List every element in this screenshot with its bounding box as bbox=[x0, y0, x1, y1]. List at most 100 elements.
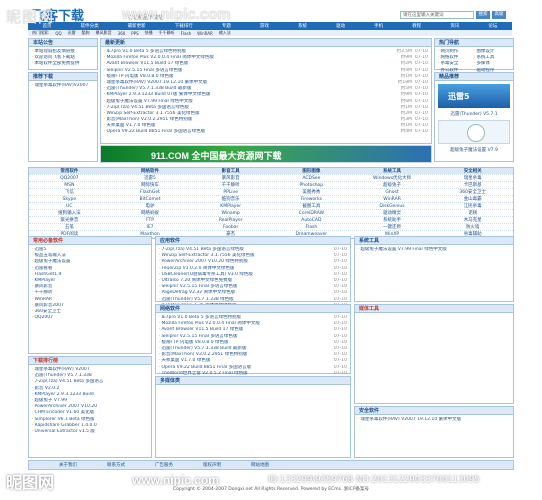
category-link[interactable]: 一键还原 bbox=[352, 224, 433, 230]
category-link[interactable]: DiskGenius bbox=[352, 203, 433, 209]
category-link[interactable]: 截图工具 bbox=[271, 203, 352, 209]
category-link[interactable]: 防火墙 bbox=[432, 224, 513, 230]
nav-item[interactable]: 手机 bbox=[374, 23, 383, 29]
category-link[interactable]: 酷狗音乐 bbox=[190, 196, 271, 202]
hot-search-link[interactable]: 酷狗 bbox=[82, 30, 90, 36]
hot-search-link[interactable]: WinRAR bbox=[197, 31, 213, 36]
category-link[interactable]: 搜狗输入法 bbox=[29, 210, 110, 216]
search-button[interactable]: 搜索 bbox=[476, 11, 490, 19]
category-header[interactable]: 影音工具 bbox=[190, 168, 272, 174]
category-link[interactable]: 系统助手 bbox=[352, 217, 433, 223]
category-link[interactable]: AutoCAD bbox=[271, 217, 352, 223]
category-link[interactable]: 紫光拼音 bbox=[29, 217, 110, 223]
hot-search-link[interactable]: Flash bbox=[181, 31, 191, 36]
list-item[interactable]: · 瑞星杀毒软件(RAV)V2007 bbox=[32, 83, 94, 89]
category-link[interactable]: FlashGet bbox=[110, 189, 191, 195]
category-link[interactable]: Photoshop bbox=[271, 182, 352, 188]
category-link[interactable]: 五笔 bbox=[29, 224, 110, 230]
category-link[interactable]: 瑞星杀毒 bbox=[432, 175, 513, 181]
category-link[interactable]: IE7 bbox=[110, 224, 191, 230]
item-link[interactable]: 瑞星杀毒软件(RAV) V2007 19.12.10 繁体中文版 bbox=[360, 417, 510, 423]
category-link[interactable]: 卡巴斯基 bbox=[432, 182, 513, 188]
category-link[interactable]: 千千静听 bbox=[190, 182, 271, 188]
category-link[interactable]: MSN bbox=[29, 182, 110, 188]
category-link[interactable]: 驱动精灵 bbox=[352, 210, 433, 216]
category-header[interactable]: 图形图像 bbox=[271, 168, 352, 174]
hot-search-link[interactable]: 输入法 bbox=[219, 30, 231, 36]
item-link[interactable]: Universal Extractor v1.5 版 bbox=[34, 429, 148, 435]
category-link[interactable]: 美图秀秀 bbox=[271, 189, 352, 195]
footer-link[interactable]: 版权声明 bbox=[203, 462, 221, 468]
list-item[interactable]: · Universal Extractor v1.5 版 bbox=[32, 429, 148, 435]
category-link[interactable]: CorelDRAW bbox=[271, 210, 352, 216]
footer-link[interactable]: 广告服务 bbox=[155, 462, 173, 468]
category-link[interactable]: Fireworks bbox=[271, 196, 352, 202]
list-item[interactable]: · 瑞星杀毒软件(RAV) V2007 19.12.10 繁体中文版 bbox=[358, 417, 510, 423]
nav-item[interactable]: 下载排行 bbox=[175, 23, 193, 29]
category-link[interactable]: Foobar bbox=[190, 224, 271, 230]
list-item[interactable]: · 超级兔子魔法设置 V7.99 Final 绿色中文版 bbox=[358, 247, 510, 253]
list-item[interactable]: · 本站软件全部免费提供 bbox=[32, 61, 94, 67]
category-link[interactable]: 金山毒霸 bbox=[432, 196, 513, 202]
featured-thunder-caption[interactable]: 迅雷(Thunder) V5.7.1 bbox=[435, 111, 513, 117]
featured-rabbit-image[interactable] bbox=[438, 120, 510, 144]
category-header[interactable]: 常用软件 bbox=[29, 168, 110, 174]
category-link[interactable]: Flash bbox=[271, 224, 352, 230]
hot-search-link[interactable]: QQ bbox=[55, 31, 61, 36]
hot-search-link[interactable]: 360 bbox=[118, 31, 126, 36]
category-link[interactable]: 暴风影音 bbox=[190, 175, 271, 181]
category-link[interactable]: BitComet bbox=[110, 196, 191, 202]
category-link[interactable]: 网络蚂蚁 bbox=[110, 210, 191, 216]
footer-link[interactable]: 关于我们 bbox=[59, 462, 77, 468]
nav-item[interactable]: 教程 bbox=[412, 23, 421, 29]
item-link[interactable]: 超级兔子魔法设置 V7.99 Final 绿色中文版 bbox=[360, 247, 510, 253]
category-link[interactable]: Ghost bbox=[352, 189, 433, 195]
hot-search-link[interactable]: PPS bbox=[131, 31, 138, 36]
nav-item[interactable]: 资讯 bbox=[450, 23, 459, 29]
item-link[interactable]: 瑞星杀毒软件(RAV)V2007 bbox=[34, 83, 94, 89]
hot-search-link[interactable]: 暴风影音 bbox=[96, 30, 112, 36]
category-link[interactable]: 网际快车 bbox=[110, 182, 191, 188]
list-item[interactable]: · QQ2007 bbox=[32, 315, 148, 321]
category-link[interactable]: 飞信 bbox=[29, 189, 110, 195]
category-link[interactable]: 360安全卫士 bbox=[432, 189, 513, 195]
category-link[interactable]: RealPlayer bbox=[190, 217, 271, 223]
item-link[interactable]: Opera V9.22 Build 8851 Final 多国语言绿色版 bbox=[106, 129, 390, 135]
category-link[interactable]: ACDSee bbox=[271, 175, 352, 181]
hot-search-link[interactable]: 快播 bbox=[145, 30, 153, 36]
category-link[interactable]: 迅雷5 bbox=[110, 175, 191, 181]
featured-thunder-image[interactable]: 迅雷5 bbox=[438, 84, 510, 108]
category-link[interactable]: 木马克星 bbox=[432, 217, 513, 223]
category-link[interactable]: Winamp bbox=[190, 210, 271, 216]
category-link[interactable]: UC bbox=[29, 203, 110, 209]
ad-banner[interactable]: 911.COM 全中国最大资源网下载 bbox=[100, 145, 432, 163]
category-link[interactable]: PPLive bbox=[190, 189, 271, 195]
search-input[interactable]: 请在这里输入关键词 bbox=[400, 11, 474, 19]
category-link[interactable]: WinRAR bbox=[352, 196, 433, 202]
nav-item[interactable]: 专题 bbox=[222, 23, 231, 29]
category-header[interactable]: 网络软件 bbox=[109, 168, 191, 174]
advanced-search-button[interactable]: 高级 bbox=[492, 11, 506, 19]
category-link[interactable]: 江民杀毒 bbox=[432, 203, 513, 209]
list-item[interactable]: · Opera V9.22 Build 8851 Final 多国语言绿色版 约4M… bbox=[104, 129, 428, 135]
category-link[interactable]: Windows优化大师 bbox=[352, 175, 433, 181]
category-link[interactable]: 超级兔子 bbox=[352, 182, 433, 188]
hot-search-link[interactable]: 千千静听 bbox=[159, 30, 175, 36]
nav-item[interactable]: 论坛 bbox=[488, 23, 497, 29]
category-link[interactable]: Skype bbox=[29, 196, 110, 202]
category-link[interactable]: FTP bbox=[110, 217, 191, 223]
category-link[interactable]: QQ2007 bbox=[29, 175, 110, 181]
nav-item[interactable]: 驱动 bbox=[336, 23, 345, 29]
category-header[interactable]: 安全相关 bbox=[432, 168, 514, 174]
nav-item[interactable]: 软件分类 bbox=[81, 23, 99, 29]
footer-link[interactable]: 网站地图 bbox=[251, 462, 269, 468]
category-link[interactable]: 电驴 bbox=[110, 203, 191, 209]
nav-item[interactable]: 系统 bbox=[298, 23, 307, 29]
footer-link[interactable]: 联系方式 bbox=[107, 462, 125, 468]
featured-rabbit-caption[interactable]: 超级兔子魔法设置 V7.9 bbox=[435, 147, 513, 153]
item-link[interactable]: QQ2007 bbox=[34, 315, 148, 321]
nav-item[interactable]: 最新更新 bbox=[128, 23, 146, 29]
category-header[interactable]: 系统工具 bbox=[351, 168, 433, 174]
hot-search-link[interactable]: 迅雷 bbox=[68, 30, 76, 36]
nav-item[interactable]: 游戏 bbox=[260, 23, 269, 29]
